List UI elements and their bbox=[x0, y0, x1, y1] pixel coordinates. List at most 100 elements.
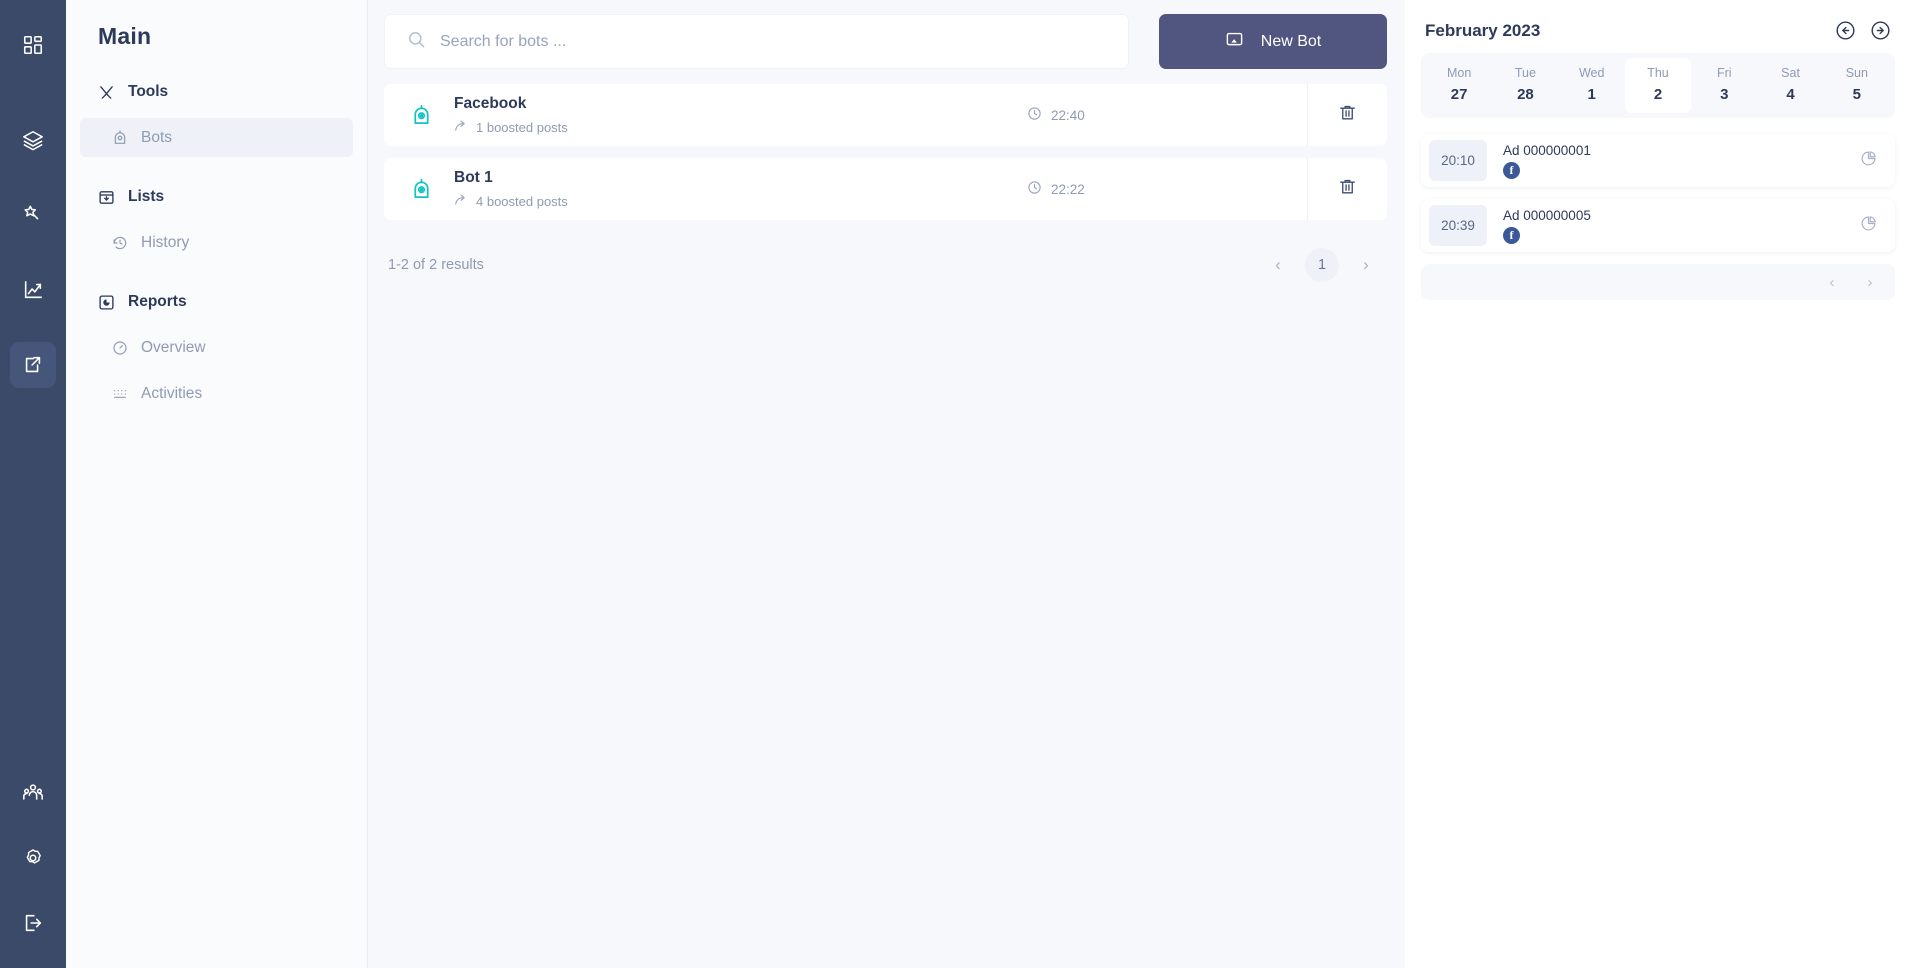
sidebar-item-label: Activities bbox=[141, 384, 203, 402]
pagination-prev-button[interactable]: ‹ bbox=[1261, 248, 1295, 282]
day-number: 27 bbox=[1450, 86, 1468, 103]
calendar-day-tue[interactable]: Tue 28 bbox=[1492, 58, 1558, 113]
day-number: 3 bbox=[1720, 86, 1729, 103]
robot-icon bbox=[112, 129, 128, 146]
day-name: Thu bbox=[1647, 66, 1669, 80]
trash-icon bbox=[1338, 103, 1357, 127]
week-strip: Mon 27 Tue 28 Wed 1 Thu 2 Fri 3 Sat 4 Su… bbox=[1421, 53, 1895, 118]
sidebar-item-activities[interactable]: Activities bbox=[80, 374, 353, 413]
sidebar-group-tools: Tools bbox=[80, 73, 353, 111]
calendar-day-fri[interactable]: Fri 3 bbox=[1691, 58, 1757, 113]
day-name: Sun bbox=[1845, 66, 1868, 80]
share-arrow-icon bbox=[454, 119, 468, 136]
search-input[interactable] bbox=[440, 32, 1106, 51]
calendar-title: February 2023 bbox=[1425, 20, 1541, 40]
rail-item-export[interactable] bbox=[10, 342, 56, 388]
bot-name: Facebook bbox=[454, 94, 527, 112]
pagination-controls: ‹ 1 › bbox=[1261, 248, 1383, 282]
event-pagination-next-button[interactable]: › bbox=[1853, 267, 1887, 297]
sidebar: Main Tools Bots Lists History Reports Ov… bbox=[66, 0, 368, 968]
table-row[interactable]: Bot 1 4 boosted posts 22:22 bbox=[384, 158, 1387, 220]
calendar-nav bbox=[1835, 20, 1891, 41]
event-title: Ad 000000005 bbox=[1503, 207, 1591, 223]
delete-bot-button[interactable] bbox=[1307, 84, 1387, 146]
search-container[interactable] bbox=[384, 14, 1129, 69]
sidebar-item-label: Bots bbox=[141, 128, 173, 146]
calendar-day-sun[interactable]: Sun 5 bbox=[1824, 58, 1890, 113]
pagination: 1-2 of 2 results ‹ 1 › bbox=[384, 248, 1387, 282]
bot-boosted: 1 boosted posts bbox=[454, 119, 1027, 136]
logout-icon bbox=[22, 912, 44, 934]
day-number: 28 bbox=[1517, 86, 1534, 103]
rail-item-users[interactable] bbox=[10, 770, 56, 816]
icon-rail bbox=[0, 0, 66, 968]
day-name: Mon bbox=[1446, 66, 1472, 80]
calendar-panel: February 2023 Mon 27 Tue 28 Wed 1 Thu 2 … bbox=[1405, 0, 1915, 968]
event-time: 20:10 bbox=[1429, 140, 1487, 181]
day-name: Tue bbox=[1514, 66, 1536, 80]
day-number: 1 bbox=[1587, 86, 1596, 103]
pie-chart-icon bbox=[1860, 215, 1877, 237]
new-bot-button-label: New Bot bbox=[1260, 32, 1322, 50]
new-bot-screen-icon bbox=[1225, 30, 1244, 54]
rail-item-dashboard[interactable] bbox=[10, 22, 56, 68]
magic-wand-icon bbox=[22, 204, 44, 226]
calendar-day-sat[interactable]: Sat 4 bbox=[1757, 58, 1823, 113]
sidebar-group-label: Reports bbox=[128, 293, 187, 310]
robot-icon bbox=[406, 178, 436, 201]
sidebar-item-bots[interactable]: Bots bbox=[80, 118, 353, 157]
bot-boosted: 4 boosted posts bbox=[454, 193, 1027, 210]
sidebar-item-label: History bbox=[141, 233, 190, 251]
grid-dots-icon bbox=[112, 386, 128, 402]
arrow-left-circle-icon[interactable] bbox=[1835, 20, 1856, 41]
calendar-day-wed[interactable]: Wed 1 bbox=[1559, 58, 1625, 113]
sidebar-item-label: Overview bbox=[141, 338, 206, 356]
sidebar-item-overview[interactable]: Overview bbox=[80, 328, 353, 367]
event-chart-button[interactable] bbox=[1860, 150, 1877, 172]
rail-item-layers[interactable] bbox=[10, 117, 56, 163]
list-item[interactable]: 20:39 Ad 000000005 f bbox=[1421, 199, 1895, 252]
calendar-day-thu[interactable]: Thu 2 bbox=[1624, 58, 1692, 113]
bot-boosted-label: 4 boosted posts bbox=[476, 193, 568, 209]
sidebar-group-reports: Reports bbox=[80, 283, 353, 321]
event-pagination-prev-button[interactable]: ‹ bbox=[1815, 267, 1849, 297]
rail-item-magic[interactable] bbox=[10, 192, 56, 238]
table-row[interactable]: Facebook 1 boosted posts 22:40 bbox=[384, 84, 1387, 146]
share-export-icon bbox=[22, 354, 44, 376]
new-bot-button[interactable]: New Bot bbox=[1159, 14, 1387, 69]
list-item[interactable]: 20:10 Ad 000000001 f bbox=[1421, 134, 1895, 187]
bot-boosted-label: 1 boosted posts bbox=[476, 119, 568, 135]
sidebar-divider-1 bbox=[80, 164, 353, 178]
event-body: Ad 000000001 f bbox=[1487, 143, 1860, 179]
rail-item-logout[interactable] bbox=[10, 900, 56, 946]
pagination-next-button[interactable]: › bbox=[1349, 248, 1383, 282]
pagination-page-1[interactable]: 1 bbox=[1305, 248, 1339, 282]
trash-icon bbox=[1338, 177, 1357, 201]
app-root: Main Tools Bots Lists History Reports Ov… bbox=[0, 0, 1915, 968]
history-clock-icon bbox=[112, 235, 128, 251]
day-number: 2 bbox=[1653, 86, 1663, 103]
event-chart-button[interactable] bbox=[1860, 215, 1877, 237]
users-group-icon bbox=[22, 782, 44, 804]
arrow-right-circle-icon[interactable] bbox=[1870, 20, 1891, 41]
sidebar-group-lists: Lists bbox=[80, 178, 353, 216]
clock-icon bbox=[1027, 180, 1042, 198]
day-number: 5 bbox=[1852, 86, 1861, 103]
bot-time: 22:40 bbox=[1027, 106, 1307, 124]
event-pagination: ‹ › bbox=[1421, 264, 1895, 300]
share-arrow-icon bbox=[454, 193, 468, 210]
bot-list: Facebook 1 boosted posts 22:40 Bot 1 4 b… bbox=[384, 84, 1387, 220]
bot-name: Bot 1 bbox=[454, 168, 493, 186]
rail-item-settings[interactable] bbox=[10, 835, 56, 881]
gauge-icon bbox=[112, 340, 128, 356]
rail-item-analytics[interactable] bbox=[10, 267, 56, 313]
clock-icon bbox=[1027, 106, 1042, 124]
robot-icon bbox=[406, 104, 436, 127]
layers-icon bbox=[22, 129, 44, 151]
calendar-day-mon[interactable]: Mon 27 bbox=[1426, 58, 1492, 113]
results-count: 1-2 of 2 results bbox=[388, 257, 484, 273]
sidebar-item-history[interactable]: History bbox=[80, 223, 353, 262]
delete-bot-button[interactable] bbox=[1307, 158, 1387, 220]
bot-time-label: 22:40 bbox=[1051, 107, 1085, 123]
day-name: Sat bbox=[1781, 66, 1800, 80]
